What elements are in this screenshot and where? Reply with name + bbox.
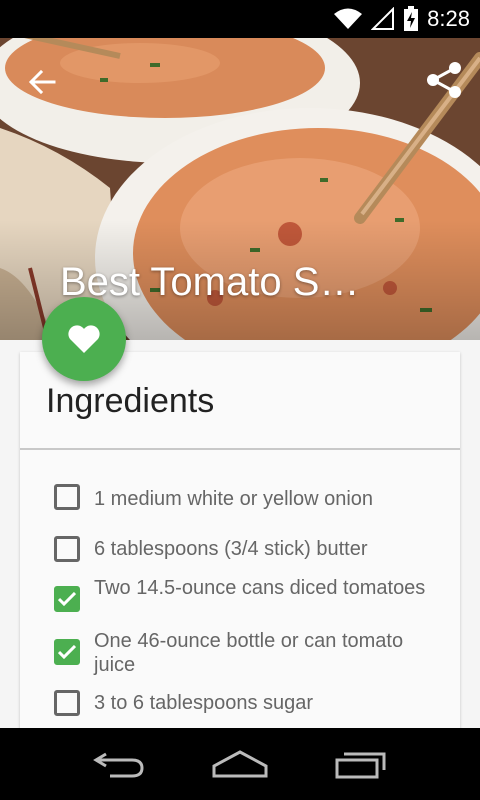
check-icon [58,592,76,606]
ingredient-item[interactable]: Two 14.5-ounce cans diced tomatoes [54,576,440,612]
ingredients-card: Ingredients 1 medium white or yellow oni… [20,352,460,732]
back-button[interactable] [22,62,62,102]
ingredient-text: Two 14.5-ounce cans diced tomatoes [94,577,426,599]
recipe-title: Best Tomato S… [60,260,360,304]
divider [20,448,460,450]
ingredients-heading: Ingredients [46,382,215,420]
nav-home-icon[interactable] [211,748,269,780]
checkbox-unchecked[interactable] [54,484,80,510]
checkbox-unchecked[interactable] [54,536,80,562]
navigation-bar [0,728,480,800]
ingredient-text: 6 tablespoons (3/4 stick) butter [94,538,368,560]
checkbox-unchecked[interactable] [54,690,80,716]
ingredient-text: 3 to 6 tablespoons sugar [94,692,314,714]
checkbox-checked[interactable] [54,639,80,665]
ingredient-text: One 46-ounce bottle or can tomato juice [94,630,404,676]
checkbox-checked[interactable] [54,586,80,612]
check-icon [58,645,76,659]
arrow-back-icon [28,69,56,95]
ingredient-item[interactable]: One 46-ounce bottle or can tomato juice [54,629,440,677]
status-bar: 8:28 [0,0,480,38]
cell-signal-icon [371,7,395,30]
ingredient-text: 1 medium white or yellow onion [94,488,374,510]
share-button[interactable] [422,58,466,102]
ingredient-item[interactable]: 3 to 6 tablespoons sugar [54,688,440,716]
clock: 8:28 [427,6,470,31]
share-icon [427,62,461,98]
ingredient-item[interactable]: 1 medium white or yellow onion [54,482,440,511]
ingredient-item[interactable]: 6 tablespoons (3/4 stick) butter [54,534,440,562]
favorite-button[interactable] [42,297,126,381]
nav-back-icon[interactable] [92,748,146,780]
hero-image: Best Tomato S… [0,38,480,340]
heart-icon [68,325,100,353]
nav-recents-icon[interactable] [334,748,388,780]
battery-charging-icon [404,6,419,31]
wifi-icon [334,8,363,29]
